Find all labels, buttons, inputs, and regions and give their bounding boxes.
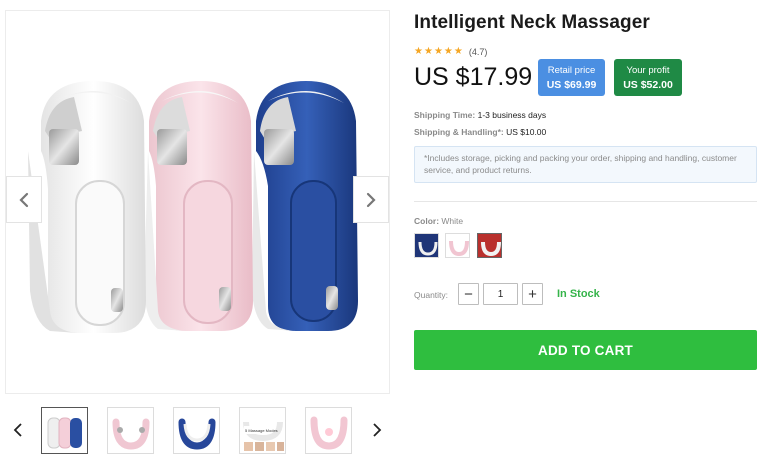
color-swatch-navy[interactable]	[414, 233, 439, 258]
shipping-note: *Includes storage, picking and packing y…	[414, 146, 757, 183]
shipping-time-value: 1-3 business days	[477, 110, 547, 120]
shipping-handling-value: US $10.00	[506, 127, 547, 137]
rating: ★ ★ ★ ★ ★ (4.7)	[414, 46, 488, 58]
add-to-cart-button[interactable]: ADD TO CART	[414, 330, 757, 370]
thumbnail-3[interactable]	[173, 407, 220, 454]
star-icon: ★	[414, 46, 423, 57]
pink-massager-glow-thumb	[310, 416, 348, 450]
color-label-text: Color:	[414, 216, 440, 226]
thumb4-text: 5 Massage Modes	[245, 428, 278, 433]
thumbnail-2[interactable]	[107, 407, 154, 454]
quantity-decrease-button[interactable]: −	[458, 283, 479, 305]
chevron-left-icon	[19, 192, 29, 207]
chevron-right-icon	[373, 423, 382, 437]
gallery-prev-button[interactable]	[6, 176, 42, 223]
red-swatch	[478, 234, 501, 257]
color-swatch-pink[interactable]	[445, 233, 470, 258]
chevron-right-icon	[366, 192, 376, 207]
thumbnail-strip: 5 Massage Modes	[5, 404, 390, 456]
stock-status: In Stock	[557, 288, 600, 300]
star-icon: ★	[423, 46, 433, 57]
shipping-handling-label: Shipping & Handling*:	[414, 127, 504, 137]
quantity-increase-button[interactable]: +	[522, 283, 543, 305]
pink-massager-thumb	[112, 418, 150, 450]
product-price: US $17.99	[414, 63, 533, 91]
retail-price-value: US $69.99	[546, 79, 597, 91]
retail-price-label: Retail price	[547, 65, 596, 76]
profit-badge: Your profit US $52.00	[614, 59, 682, 96]
profit-value: US $52.00	[623, 79, 673, 91]
color-selected-value: White	[441, 216, 464, 226]
rating-value: (4.7)	[468, 47, 488, 57]
thumbnail-5[interactable]	[305, 407, 352, 454]
thumbs-prev-button[interactable]	[8, 418, 28, 442]
star-icon: ★	[433, 46, 443, 57]
shipping-time-label: Shipping Time:	[414, 110, 476, 120]
profit-label: Your profit	[626, 65, 670, 76]
shipping-handling: Shipping & Handling*: US $10.00	[414, 127, 546, 137]
blue-massager	[252, 81, 358, 331]
thumbnail-4[interactable]: 5 Massage Modes	[239, 407, 286, 454]
product-title: Intelligent Neck Massager	[414, 12, 650, 33]
star-icon: ★	[453, 46, 463, 57]
quantity-label: Quantity:	[414, 290, 449, 300]
gallery-next-button[interactable]	[353, 176, 389, 223]
thumbs-next-button[interactable]	[367, 418, 387, 442]
chevron-left-icon	[13, 423, 22, 437]
product-main-image	[5, 10, 390, 394]
color-label: Color: White	[414, 216, 463, 226]
star-icon: ★	[443, 46, 453, 57]
divider	[414, 201, 757, 202]
color-swatch-white[interactable]	[477, 233, 502, 258]
quantity-input[interactable]	[483, 283, 518, 305]
pink-swatch	[446, 234, 469, 257]
pink-massager	[144, 81, 253, 331]
blue-massager-thumb	[178, 418, 216, 450]
modes-infographic-thumb: 5 Massage Modes	[243, 421, 284, 451]
neck-massager-illustration	[28, 81, 358, 333]
shipping-time: Shipping Time: 1-3 business days	[414, 110, 546, 120]
navy-swatch	[415, 234, 438, 257]
thumbnail-1[interactable]	[41, 407, 88, 454]
three-massagers-thumb	[47, 417, 82, 449]
retail-price-badge: Retail price US $69.99	[538, 59, 605, 96]
white-massager	[28, 81, 146, 333]
